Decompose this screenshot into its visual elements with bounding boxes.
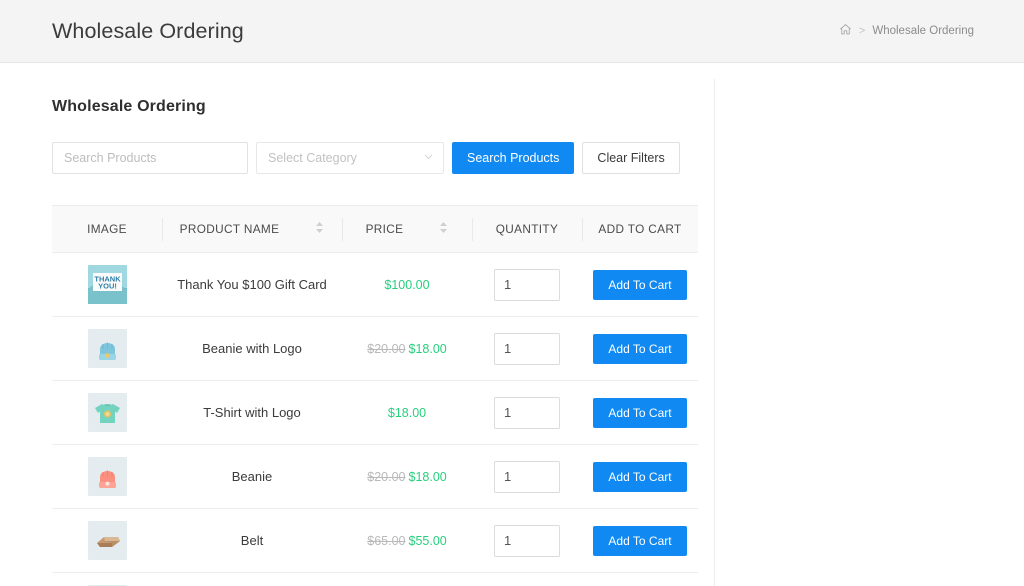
svg-text:YOU!: YOU! <box>98 282 117 291</box>
cell-quantity <box>472 445 582 509</box>
quantity-input[interactable] <box>494 333 560 365</box>
breadcrumb-separator: > <box>859 25 865 37</box>
price-current: $100.00 <box>384 278 429 292</box>
table-row: THANK YOU! Thank You $100 Gift Card $100… <box>52 253 698 317</box>
breadcrumb: > Wholesale Ordering <box>839 23 1000 39</box>
table-row: Beanie with Logo $20.00 $18.00 Add To Car… <box>52 317 698 381</box>
add-to-cart-button[interactable]: Add To Cart <box>593 398 687 428</box>
table-row <box>52 573 698 586</box>
table-body: THANK YOU! Thank You $100 Gift Card $100… <box>52 253 698 586</box>
add-to-cart-button[interactable]: Add To Cart <box>593 334 687 364</box>
column-header-add-to-cart: ADD TO CART <box>582 206 698 253</box>
add-to-cart-button[interactable]: Add To Cart <box>593 526 687 556</box>
brown-belt-thumbnail <box>88 521 127 560</box>
column-header-product-name-label: PRODUCT NAME <box>180 222 280 236</box>
column-header-image-label: IMAGE <box>87 222 127 236</box>
cell-price: $100.00 <box>342 253 472 317</box>
column-header-quantity-label: QUANTITY <box>496 222 558 236</box>
cell-product-name: Thank You $100 Gift Card <box>162 253 342 317</box>
content-column-divider <box>714 79 715 586</box>
cell-price: $20.00 $18.00 <box>342 317 472 381</box>
table-row: Belt $65.00 $55.00 Add To Cart <box>52 509 698 573</box>
sort-arrows-icon[interactable] <box>315 221 324 237</box>
cell-add-to-cart: Add To Cart <box>582 381 698 445</box>
cell-price: $65.00 $55.00 <box>342 509 472 573</box>
price-current: $55.00 <box>409 534 447 548</box>
section-title: Wholesale Ordering <box>52 98 1024 116</box>
cell-add-to-cart: Add To Cart <box>582 253 698 317</box>
price-original: $20.00 <box>367 470 405 484</box>
table-header-row: IMAGE PRODUCT NAME <box>52 206 698 253</box>
cell-image <box>52 381 162 445</box>
cell-quantity <box>472 317 582 381</box>
cell-add-to-cart: Add To Cart <box>582 509 698 573</box>
search-input[interactable] <box>52 142 248 174</box>
price-current: $18.00 <box>409 470 447 484</box>
teal-tshirt-thumbnail <box>88 393 127 432</box>
cell-add-to-cart: Add To Cart <box>582 317 698 381</box>
cell-product-name <box>162 573 342 586</box>
page-header: Wholesale Ordering > Wholesale Ordering <box>0 0 1024 63</box>
cell-image <box>52 445 162 509</box>
add-to-cart-button[interactable]: Add To Cart <box>593 462 687 492</box>
products-table: IMAGE PRODUCT NAME <box>52 205 698 586</box>
cell-product-name: Beanie with Logo <box>162 317 342 381</box>
home-icon[interactable] <box>839 23 852 39</box>
gift-card-thumbnail: THANK YOU! <box>88 265 127 304</box>
table-row: Beanie $20.00 $18.00 Add To Cart <box>52 445 698 509</box>
column-header-image: IMAGE <box>52 206 162 253</box>
quantity-input[interactable] <box>494 397 560 429</box>
category-select-value: Select Category <box>256 142 444 174</box>
cell-price: $20.00 $18.00 <box>342 445 472 509</box>
cell-quantity <box>472 509 582 573</box>
page-title: Wholesale Ordering <box>52 19 244 44</box>
cell-product-name: Beanie <box>162 445 342 509</box>
column-header-add-to-cart-label: ADD TO CART <box>598 222 681 236</box>
price-current: $18.00 <box>388 406 426 420</box>
cell-price: $18.00 <box>342 381 472 445</box>
cell-product-name: T-Shirt with Logo <box>162 381 342 445</box>
table-head: IMAGE PRODUCT NAME <box>52 206 698 253</box>
quantity-input[interactable] <box>494 269 560 301</box>
blue-beanie-thumbnail <box>88 329 127 368</box>
cell-image <box>52 573 162 586</box>
cell-price <box>342 573 472 586</box>
search-products-button[interactable]: Search Products <box>452 142 574 174</box>
cell-add-to-cart: Add To Cart <box>582 445 698 509</box>
add-to-cart-button[interactable]: Add To Cart <box>593 270 687 300</box>
cell-image: THANK YOU! <box>52 253 162 317</box>
cell-quantity <box>472 381 582 445</box>
coral-beanie-thumbnail <box>88 457 127 496</box>
column-header-price[interactable]: PRICE <box>342 206 472 253</box>
filter-bar: Select Category Search Products Clear Fi… <box>52 142 1024 174</box>
sort-arrows-icon[interactable] <box>439 221 448 237</box>
column-header-price-label: PRICE <box>366 222 404 236</box>
main-content: Wholesale Ordering Select Category Searc… <box>0 63 1024 586</box>
cell-quantity <box>472 253 582 317</box>
breadcrumb-current: Wholesale Ordering <box>872 25 974 37</box>
price-current: $18.00 <box>409 342 447 356</box>
cell-add-to-cart <box>582 573 698 586</box>
category-select[interactable]: Select Category <box>256 142 444 174</box>
column-header-product-name[interactable]: PRODUCT NAME <box>162 206 342 253</box>
clear-filters-button[interactable]: Clear Filters <box>582 142 679 174</box>
cell-image <box>52 509 162 573</box>
cell-image <box>52 317 162 381</box>
quantity-input[interactable] <box>494 525 560 557</box>
column-header-quantity: QUANTITY <box>472 206 582 253</box>
cell-product-name: Belt <box>162 509 342 573</box>
quantity-input[interactable] <box>494 461 560 493</box>
cell-quantity <box>472 573 582 586</box>
table-row: T-Shirt with Logo $18.00 Add To Cart <box>52 381 698 445</box>
price-original: $65.00 <box>367 534 405 548</box>
price-original: $20.00 <box>367 342 405 356</box>
